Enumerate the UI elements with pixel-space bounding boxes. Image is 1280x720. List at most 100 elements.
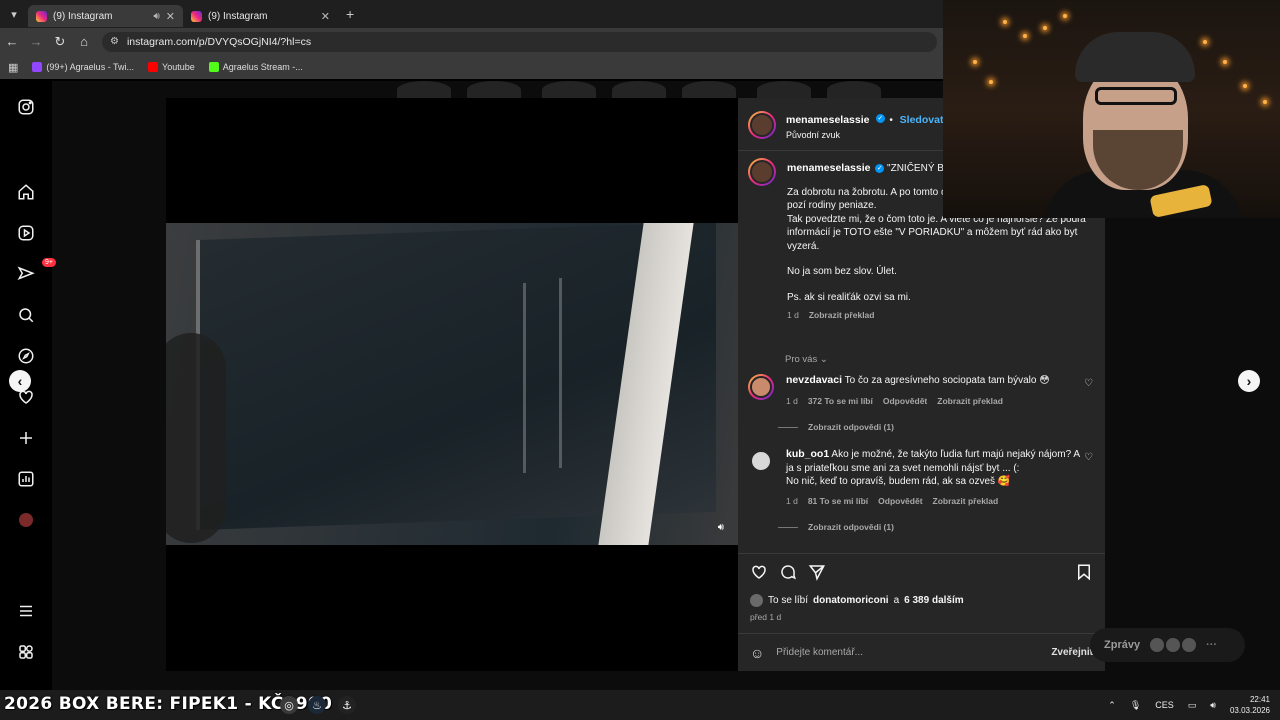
tab-search-button[interactable]: ▾ bbox=[0, 0, 28, 28]
reply-button[interactable]: Odpovědět bbox=[883, 396, 927, 406]
tab-title: (9) Instagram bbox=[208, 10, 268, 22]
story-ring bbox=[757, 81, 811, 99]
caption-paragraph: No ja som bez slov. Úlet. bbox=[787, 266, 897, 277]
post-time: před 1 d bbox=[750, 612, 782, 622]
tab-title: (9) Instagram bbox=[53, 10, 113, 22]
messages-label: Zprávy bbox=[1104, 639, 1141, 651]
reels-icon[interactable] bbox=[16, 223, 36, 243]
translate-link[interactable]: Zobrazit překlad bbox=[933, 496, 999, 506]
browser-tab[interactable]: (9) Instagram ✕ bbox=[183, 5, 338, 27]
comment-likes[interactable]: 372 To se mi líbí bbox=[808, 396, 873, 406]
comment-time: 1 d bbox=[786, 496, 798, 506]
share-send-icon[interactable] bbox=[808, 563, 828, 583]
browser-tab-bar: ▾ (9) Instagram 🔊︎ ✕ (9) Instagram ✕ + bbox=[0, 0, 943, 28]
bookmark-youtube[interactable]: Youtube bbox=[148, 62, 195, 72]
bookmark-kick[interactable]: Agraelus Stream -... bbox=[208, 62, 303, 72]
caption-author-avatar[interactable] bbox=[748, 158, 776, 186]
likes-summary[interactable]: To se líbí donatomoriconi a 6 389 dalším bbox=[750, 594, 964, 607]
address-bar-row: ← → ↻ ⌂ ⚙ instagram.com/p/DVYQsOGjNI4/?h… bbox=[0, 28, 943, 55]
notification-badge: 9+ bbox=[42, 258, 56, 267]
browser-tab-active[interactable]: (9) Instagram 🔊︎ ✕ bbox=[28, 5, 183, 27]
for-you-dropdown[interactable]: Pro vás ⌄ bbox=[785, 354, 828, 365]
instagram-logo-icon[interactable] bbox=[16, 97, 36, 117]
caption-username[interactable]: menameselassie bbox=[787, 162, 870, 174]
liker-username[interactable]: donatomoriconi bbox=[813, 595, 889, 606]
post-actions bbox=[748, 563, 1095, 585]
post-video[interactable]: 🔊︎ bbox=[166, 98, 738, 671]
back-button[interactable]: ← bbox=[0, 34, 24, 49]
author-username[interactable]: menameselassie bbox=[786, 114, 869, 126]
tray-overflow-icon[interactable]: ⌃ bbox=[1108, 700, 1116, 711]
home-button[interactable]: ⌂ bbox=[72, 34, 96, 49]
microphone-icon[interactable]: 🎙︎ bbox=[1130, 700, 1141, 711]
new-tab-button[interactable]: + bbox=[338, 6, 362, 22]
comment-username[interactable]: nevzdavaci bbox=[786, 374, 842, 386]
instagram-favicon-icon bbox=[36, 10, 47, 22]
forward-button[interactable]: → bbox=[24, 34, 48, 49]
language-indicator[interactable]: CES bbox=[1155, 700, 1174, 710]
volume-icon[interactable]: 🔊︎ bbox=[718, 522, 724, 533]
bookmark-twitch[interactable]: (99+) Agraelus - Twi... bbox=[32, 62, 134, 72]
reload-button[interactable]: ↻ bbox=[48, 34, 72, 50]
steam-icon[interactable]: ♨ bbox=[308, 696, 326, 714]
windows-taskbar: 2026 BOX BERE: FIPEK1 - KČ2900 ◎ ♨ ⚓ ⌃ 🎙… bbox=[0, 690, 1280, 720]
site-info-icon[interactable]: ⚙ bbox=[110, 36, 119, 47]
apps-grid-icon[interactable]: ▦ bbox=[8, 61, 18, 74]
comment-likes[interactable]: 81 To se mi líbí bbox=[808, 496, 868, 506]
youtube-icon bbox=[148, 62, 159, 72]
comment-time: 1 d bbox=[786, 396, 798, 406]
caption-paragraph: Ps. ak si realiťák ozvi sa mi. bbox=[787, 291, 911, 303]
save-bookmark-icon[interactable] bbox=[1075, 563, 1095, 583]
dashboard-icon[interactable] bbox=[16, 469, 36, 489]
tab-audio-icon[interactable]: 🔊︎ bbox=[153, 11, 159, 22]
video-scene-blur bbox=[166, 333, 226, 543]
previous-post-button[interactable]: ‹ bbox=[9, 370, 31, 392]
comment-item: kub_oo1 Ako je možné, že takýto ľudia fu… bbox=[748, 448, 1095, 508]
audio-label[interactable]: Původní zvuk bbox=[786, 130, 943, 140]
actions-divider bbox=[738, 553, 1105, 554]
url-field[interactable]: ⚙ instagram.com/p/DVYQsOGjNI4/?hl=cs bbox=[102, 31, 937, 52]
comment-avatar[interactable] bbox=[748, 448, 774, 474]
reply-button[interactable]: Odpovědět bbox=[878, 496, 922, 506]
url-text: instagram.com/p/DVYQsOGjNI4/?hl=cs bbox=[126, 35, 312, 48]
home-icon[interactable] bbox=[16, 182, 36, 202]
next-post-button[interactable]: › bbox=[1238, 370, 1260, 392]
comment-bubble-icon[interactable] bbox=[779, 563, 799, 583]
emoji-picker-icon[interactable]: ☺ bbox=[750, 645, 764, 661]
app-icon[interactable]: ⚓ bbox=[338, 696, 356, 714]
follow-button[interactable]: Sledovat bbox=[900, 114, 944, 126]
bookmarks-bar: ▦ (99+) Agraelus - Twi... Youtube Agrael… bbox=[0, 55, 943, 79]
like-heart-icon[interactable] bbox=[750, 563, 770, 583]
network-icon[interactable]: ▭ bbox=[1188, 700, 1197, 711]
explore-icon[interactable] bbox=[16, 346, 36, 366]
comment-like-icon[interactable]: ♡ bbox=[1084, 378, 1093, 389]
translate-link[interactable]: Zobrazit překlad bbox=[809, 309, 875, 323]
tab-close-icon[interactable]: ✕ bbox=[166, 10, 175, 23]
messages-icon[interactable]: 9+ bbox=[16, 258, 56, 284]
comment-input[interactable] bbox=[776, 647, 1040, 658]
messages-pill[interactable]: Zprávy ··· bbox=[1090, 628, 1245, 662]
translate-link[interactable]: Zobrazit překlad bbox=[937, 396, 1003, 406]
clock-date: 03.03.2026 bbox=[1229, 706, 1270, 715]
also-from-meta-icon[interactable] bbox=[16, 642, 36, 662]
profile-avatar-icon[interactable] bbox=[16, 510, 36, 530]
clock[interactable]: 22:41 03.03.2026 bbox=[1230, 694, 1270, 716]
comment-text: nevzdavaci To čo za agresívneho sociopat… bbox=[786, 374, 1050, 386]
verified-badge-icon: ✓ bbox=[875, 163, 885, 173]
view-replies[interactable]: Zobrazit odpovědi (1) bbox=[778, 422, 894, 432]
more-menu-icon[interactable] bbox=[16, 601, 36, 621]
story-ring bbox=[542, 81, 596, 99]
comment-username[interactable]: kub_oo1 bbox=[786, 448, 829, 460]
create-plus-icon[interactable] bbox=[16, 428, 36, 448]
search-icon[interactable] bbox=[16, 305, 36, 325]
obs-icon[interactable]: ◎ bbox=[280, 696, 298, 714]
tab-close-icon[interactable]: ✕ bbox=[321, 10, 330, 23]
video-scene-bar bbox=[523, 283, 526, 473]
comment-like-icon[interactable]: ♡ bbox=[1084, 452, 1093, 463]
likes-count[interactable]: 6 389 dalším bbox=[904, 595, 963, 606]
volume-tray-icon[interactable]: 🔊︎ bbox=[1210, 700, 1216, 711]
view-replies[interactable]: Zobrazit odpovědi (1) bbox=[778, 522, 894, 532]
post-comment-button[interactable]: Zveřejnit bbox=[1051, 647, 1093, 658]
comment-avatar[interactable] bbox=[748, 374, 774, 400]
author-avatar[interactable] bbox=[748, 111, 776, 139]
